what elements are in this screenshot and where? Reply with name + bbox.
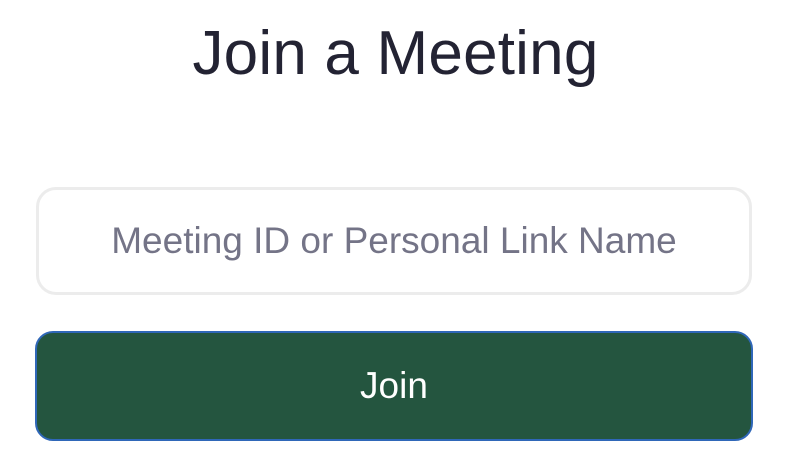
page-title: Join a Meeting [192, 19, 599, 88]
join-button[interactable]: Join [35, 331, 753, 441]
meeting-id-input[interactable] [36, 187, 752, 295]
join-meeting-page: Join a Meeting Join [0, 0, 791, 476]
